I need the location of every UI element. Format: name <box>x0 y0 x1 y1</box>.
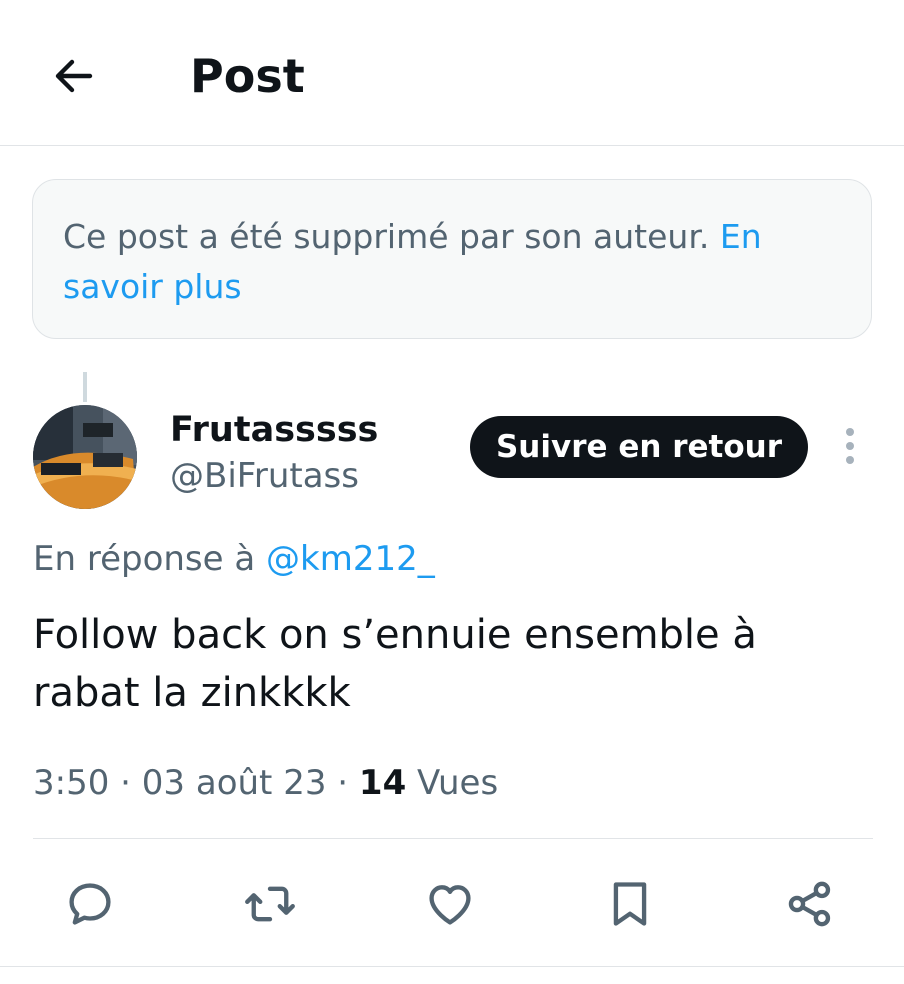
views-count[interactable]: 14 <box>359 763 406 803</box>
avatar[interactable] <box>33 405 137 509</box>
deleted-post-notice: Ce post a été supprimé par son auteur. E… <box>32 179 872 339</box>
back-button[interactable] <box>44 46 104 106</box>
share-icon <box>788 881 831 927</box>
reply-prefix: En réponse à <box>33 539 267 579</box>
notice-text: Ce post a été supprimé par son auteur. <box>63 217 720 256</box>
dot-icon <box>846 456 854 464</box>
arrow-left-icon <box>55 59 93 93</box>
heart-icon <box>429 885 471 925</box>
reply-context: En réponse à @km212_ <box>33 536 435 582</box>
like-button[interactable] <box>424 878 476 930</box>
repost-icon <box>245 886 295 922</box>
follow-back-button[interactable]: Suivre en retour <box>470 416 808 478</box>
dot-icon <box>846 428 854 436</box>
divider <box>0 966 904 967</box>
reply-handle-link[interactable]: @km212_ <box>266 539 435 579</box>
avatar-image <box>33 405 137 509</box>
bookmark-button[interactable] <box>604 878 656 930</box>
meta-separator: · <box>109 763 142 803</box>
author-display-name[interactable]: Frutasssss <box>170 408 378 452</box>
repost-button[interactable] <box>244 878 296 930</box>
page-title: Post <box>190 49 305 103</box>
share-button[interactable] <box>784 878 836 930</box>
top-bar: Post <box>0 0 904 146</box>
post-date: 03 août 23 <box>141 763 327 803</box>
action-bar <box>0 840 904 964</box>
views-label: Vues <box>406 763 499 803</box>
author-handle[interactable]: @BiFrutass <box>170 454 359 498</box>
post-time: 3:50 <box>33 763 110 803</box>
reply-icon <box>69 883 111 925</box>
post-text: Follow back on s’ennuie ensemble à rabat… <box>33 612 757 716</box>
reply-button[interactable] <box>64 878 116 930</box>
dot-icon <box>846 442 854 450</box>
meta-separator: · <box>326 763 359 803</box>
divider <box>33 838 873 839</box>
post-meta: 3:50 · 03 août 23 · 14 Vues <box>33 760 498 806</box>
thread-connector-line <box>83 372 87 402</box>
more-options-button[interactable] <box>830 420 870 472</box>
bookmark-icon <box>613 882 647 926</box>
